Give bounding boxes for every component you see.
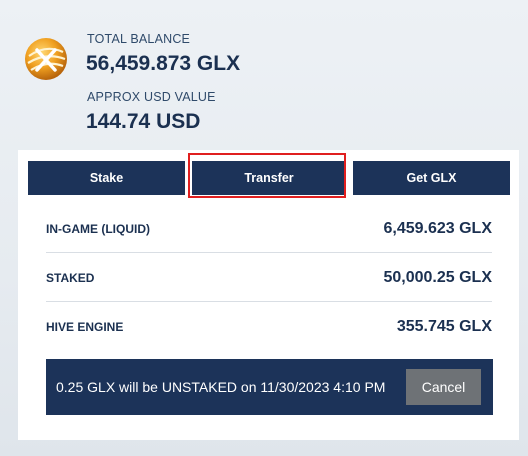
row-value: 6,459.623 GLX [383, 219, 492, 237]
usd-value-label: APPROX USD VALUE [87, 90, 216, 104]
row-label: STAKED [46, 270, 95, 285]
row-label: IN-GAME (LIQUID) [46, 221, 150, 236]
wallet-panel: Stake Transfer Get GLX IN-GAME (LIQUID) … [18, 150, 519, 440]
stake-button[interactable]: Stake [28, 161, 185, 195]
unstake-notice: 0.25 GLX will be UNSTAKED on 11/30/2023 … [46, 359, 493, 415]
balance-summary: TOTAL BALANCE 56,459.873 GLX APPROX USD … [0, 0, 528, 150]
total-balance-value: 56,459.873 GLX [86, 52, 241, 75]
row-value: 50,000.25 GLX [383, 268, 492, 286]
balance-row-staked: STAKED 50,000.25 GLX [46, 254, 492, 302]
cancel-unstake-button[interactable]: Cancel [406, 369, 481, 405]
glx-coin-logo-icon [23, 36, 69, 82]
action-tabs: Stake Transfer Get GLX [28, 161, 510, 195]
total-balance-label: TOTAL BALANCE [87, 32, 191, 46]
balance-row-hive-engine: HIVE ENGINE 355.745 GLX [46, 303, 492, 351]
get-glx-button[interactable]: Get GLX [353, 161, 510, 195]
row-value: 355.745 GLX [396, 318, 492, 335]
row-label: HIVE ENGINE [46, 320, 124, 334]
unstake-notice-text: 0.25 GLX will be UNSTAKED on 11/30/2023 … [56, 379, 386, 395]
balance-row-in-game: IN-GAME (LIQUID) 6,459.623 GLX [46, 205, 492, 253]
transfer-button[interactable]: Transfer [192, 161, 346, 195]
usd-value-amount: 144.74 USD [86, 110, 201, 133]
